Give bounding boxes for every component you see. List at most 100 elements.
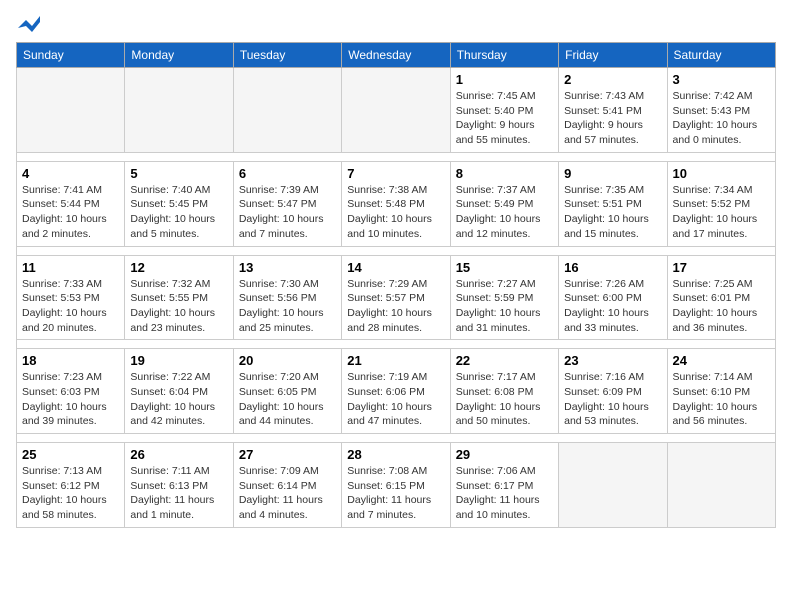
calendar-cell: 9 Sunrise: 7:35 AM Sunset: 5:51 PM Daylig… [559,161,667,246]
week-separator [17,246,776,255]
calendar-cell: 5 Sunrise: 7:40 AM Sunset: 5:45 PM Daylig… [125,161,233,246]
calendar-cell: 14 Sunrise: 7:29 AM Sunset: 5:57 PM Dayli… [342,255,450,340]
calendar-header-row: SundayMondayTuesdayWednesdayThursdayFrid… [17,43,776,68]
calendar-week-1: 1 Sunrise: 7:45 AM Sunset: 5:40 PM Daylig… [17,68,776,153]
calendar-cell [342,68,450,153]
calendar-cell [233,68,341,153]
logo [16,16,42,34]
separator-cell [17,340,776,349]
separator-cell [17,152,776,161]
calendar-cell: 18 Sunrise: 7:23 AM Sunset: 6:03 PM Dayli… [17,349,125,434]
page-header [16,16,776,34]
day-info: Sunrise: 7:35 AM Sunset: 5:51 PM Dayligh… [564,183,661,242]
header-monday: Monday [125,43,233,68]
day-info: Sunrise: 7:06 AM Sunset: 6:17 PM Dayligh… [456,464,553,523]
calendar-cell: 28 Sunrise: 7:08 AM Sunset: 6:15 PM Dayli… [342,443,450,528]
day-info: Sunrise: 7:22 AM Sunset: 6:04 PM Dayligh… [130,370,227,429]
day-number: 20 [239,353,336,368]
calendar-week-4: 18 Sunrise: 7:23 AM Sunset: 6:03 PM Dayli… [17,349,776,434]
day-info: Sunrise: 7:08 AM Sunset: 6:15 PM Dayligh… [347,464,444,523]
calendar-cell: 25 Sunrise: 7:13 AM Sunset: 6:12 PM Dayli… [17,443,125,528]
day-number: 11 [22,260,119,275]
day-number: 14 [347,260,444,275]
header-friday: Friday [559,43,667,68]
calendar-cell: 2 Sunrise: 7:43 AM Sunset: 5:41 PM Daylig… [559,68,667,153]
calendar-cell [667,443,775,528]
calendar-cell: 13 Sunrise: 7:30 AM Sunset: 5:56 PM Dayli… [233,255,341,340]
day-info: Sunrise: 7:25 AM Sunset: 6:01 PM Dayligh… [673,277,770,336]
day-info: Sunrise: 7:40 AM Sunset: 5:45 PM Dayligh… [130,183,227,242]
day-number: 23 [564,353,661,368]
header-tuesday: Tuesday [233,43,341,68]
day-info: Sunrise: 7:30 AM Sunset: 5:56 PM Dayligh… [239,277,336,336]
day-info: Sunrise: 7:13 AM Sunset: 6:12 PM Dayligh… [22,464,119,523]
day-number: 2 [564,72,661,87]
calendar-cell [559,443,667,528]
day-number: 8 [456,166,553,181]
day-number: 21 [347,353,444,368]
calendar-cell: 11 Sunrise: 7:33 AM Sunset: 5:53 PM Dayli… [17,255,125,340]
calendar-cell: 16Sunrise: 7:26 AM Sunset: 6:00 PM Dayli… [559,255,667,340]
day-number: 22 [456,353,553,368]
calendar-cell: 17 Sunrise: 7:25 AM Sunset: 6:01 PM Dayli… [667,255,775,340]
day-number: 3 [673,72,770,87]
day-info: Sunrise: 7:45 AM Sunset: 5:40 PM Dayligh… [456,89,553,148]
day-info: Sunrise: 7:38 AM Sunset: 5:48 PM Dayligh… [347,183,444,242]
calendar-cell: 8Sunrise: 7:37 AM Sunset: 5:49 PM Daylig… [450,161,558,246]
day-number: 27 [239,447,336,462]
week-separator [17,434,776,443]
calendar-week-2: 4 Sunrise: 7:41 AM Sunset: 5:44 PM Daylig… [17,161,776,246]
day-number: 6 [239,166,336,181]
day-info: Sunrise: 7:11 AM Sunset: 6:13 PM Dayligh… [130,464,227,523]
day-number: 5 [130,166,227,181]
calendar-cell: 15 Sunrise: 7:27 AM Sunset: 5:59 PM Dayli… [450,255,558,340]
day-info: Sunrise: 7:41 AM Sunset: 5:44 PM Dayligh… [22,183,119,242]
header-wednesday: Wednesday [342,43,450,68]
day-number: 18 [22,353,119,368]
header-saturday: Saturday [667,43,775,68]
calendar-cell: 3 Sunrise: 7:42 AM Sunset: 5:43 PM Daylig… [667,68,775,153]
day-info: Sunrise: 7:27 AM Sunset: 5:59 PM Dayligh… [456,277,553,336]
day-number: 24 [673,353,770,368]
day-number: 1 [456,72,553,87]
day-number: 13 [239,260,336,275]
day-info: Sunrise: 7:42 AM Sunset: 5:43 PM Dayligh… [673,89,770,148]
calendar-cell: 29 Sunrise: 7:06 AM Sunset: 6:17 PM Dayli… [450,443,558,528]
day-info: Sunrise: 7:33 AM Sunset: 5:53 PM Dayligh… [22,277,119,336]
day-info: Sunrise: 7:26 AM Sunset: 6:00 PM Dayligh… [564,277,661,336]
calendar-cell: 19Sunrise: 7:22 AM Sunset: 6:04 PM Dayli… [125,349,233,434]
day-info: Sunrise: 7:20 AM Sunset: 6:05 PM Dayligh… [239,370,336,429]
day-number: 26 [130,447,227,462]
calendar-cell: 27Sunrise: 7:09 AM Sunset: 6:14 PM Dayli… [233,443,341,528]
day-info: Sunrise: 7:16 AM Sunset: 6:09 PM Dayligh… [564,370,661,429]
day-number: 15 [456,260,553,275]
calendar-week-5: 25 Sunrise: 7:13 AM Sunset: 6:12 PM Dayli… [17,443,776,528]
calendar-cell: 7 Sunrise: 7:38 AM Sunset: 5:48 PM Daylig… [342,161,450,246]
calendar-cell: 6Sunrise: 7:39 AM Sunset: 5:47 PM Daylig… [233,161,341,246]
day-info: Sunrise: 7:23 AM Sunset: 6:03 PM Dayligh… [22,370,119,429]
calendar-cell: 1 Sunrise: 7:45 AM Sunset: 5:40 PM Daylig… [450,68,558,153]
calendar-cell [125,68,233,153]
calendar-cell: 22 Sunrise: 7:17 AM Sunset: 6:08 PM Dayli… [450,349,558,434]
day-number: 9 [564,166,661,181]
calendar-cell: 21Sunrise: 7:19 AM Sunset: 6:06 PM Dayli… [342,349,450,434]
day-number: 17 [673,260,770,275]
day-number: 12 [130,260,227,275]
calendar-cell: 10Sunrise: 7:34 AM Sunset: 5:52 PM Dayli… [667,161,775,246]
calendar-cell: 4 Sunrise: 7:41 AM Sunset: 5:44 PM Daylig… [17,161,125,246]
day-number: 25 [22,447,119,462]
day-info: Sunrise: 7:43 AM Sunset: 5:41 PM Dayligh… [564,89,661,148]
calendar-table: SundayMondayTuesdayWednesdayThursdayFrid… [16,42,776,528]
week-separator [17,340,776,349]
day-number: 7 [347,166,444,181]
day-info: Sunrise: 7:17 AM Sunset: 6:08 PM Dayligh… [456,370,553,429]
calendar-cell: 26 Sunrise: 7:11 AM Sunset: 6:13 PM Dayli… [125,443,233,528]
calendar-cell: 23 Sunrise: 7:16 AM Sunset: 6:09 PM Dayli… [559,349,667,434]
header-thursday: Thursday [450,43,558,68]
day-info: Sunrise: 7:29 AM Sunset: 5:57 PM Dayligh… [347,277,444,336]
day-number: 4 [22,166,119,181]
calendar-cell: 12Sunrise: 7:32 AM Sunset: 5:55 PM Dayli… [125,255,233,340]
day-number: 29 [456,447,553,462]
calendar-cell [17,68,125,153]
day-number: 28 [347,447,444,462]
